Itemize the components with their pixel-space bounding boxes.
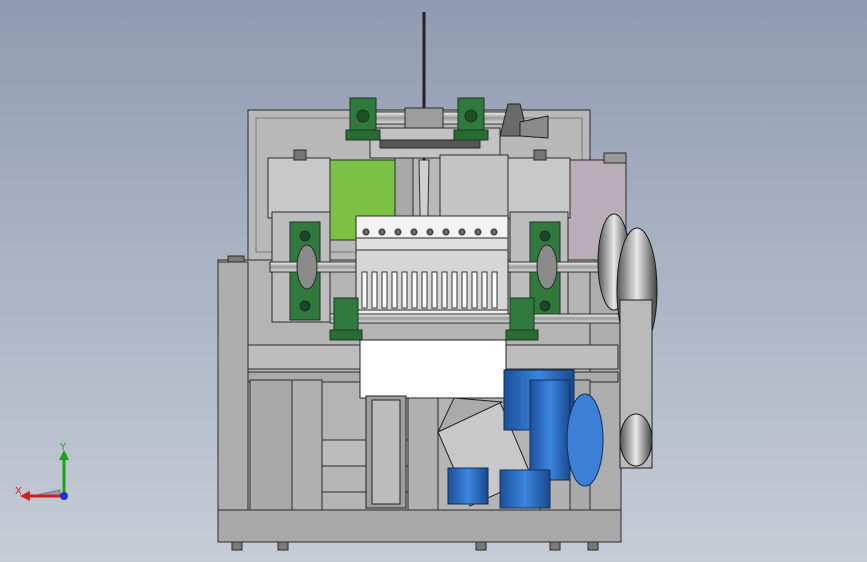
cutter-tooth (431, 271, 438, 309)
machine-drawing (217, 12, 658, 551)
hopper-box (359, 339, 507, 399)
cutter-tooth (481, 271, 488, 309)
cutter-tooth (461, 271, 468, 309)
cutter-tooth (491, 271, 498, 309)
cutter-bolt (362, 228, 370, 236)
x-axis-label: X (15, 486, 22, 497)
cutter-tooth (441, 271, 448, 309)
cylinder (365, 395, 407, 509)
cutter-bolt (410, 228, 418, 236)
cutter-bolt (474, 228, 482, 236)
cutter-bolt (458, 228, 466, 236)
cutter-tooth (411, 271, 418, 309)
cutter-tooth (391, 271, 398, 309)
top-left-bearing (345, 97, 381, 141)
top-right-bearing (453, 97, 489, 141)
cutter-tooth (361, 271, 368, 309)
cutter-bolt (442, 228, 450, 236)
lower-shaft (329, 313, 621, 324)
cutter-bolt (426, 228, 434, 236)
lower-left-bearing (329, 297, 363, 341)
cutter-tooth (421, 271, 428, 309)
top-shaft (369, 107, 511, 159)
coordinate-triad (20, 450, 69, 501)
cutter-tooth (451, 271, 458, 309)
cutter-tooth (471, 271, 478, 309)
cutter-tooth (381, 271, 388, 309)
cutter-bolt (394, 228, 402, 236)
bevel-gear (499, 103, 549, 139)
y-axis-label: Y (60, 442, 67, 453)
lower-right-bearing (505, 297, 539, 341)
cutter-bolt (490, 228, 498, 236)
cutter-tooth (371, 271, 378, 309)
cutter-bolt (378, 228, 386, 236)
cutter-tooth (401, 271, 408, 309)
z-axis-dot (60, 492, 68, 500)
cad-viewport[interactable]: Y X (0, 0, 867, 562)
